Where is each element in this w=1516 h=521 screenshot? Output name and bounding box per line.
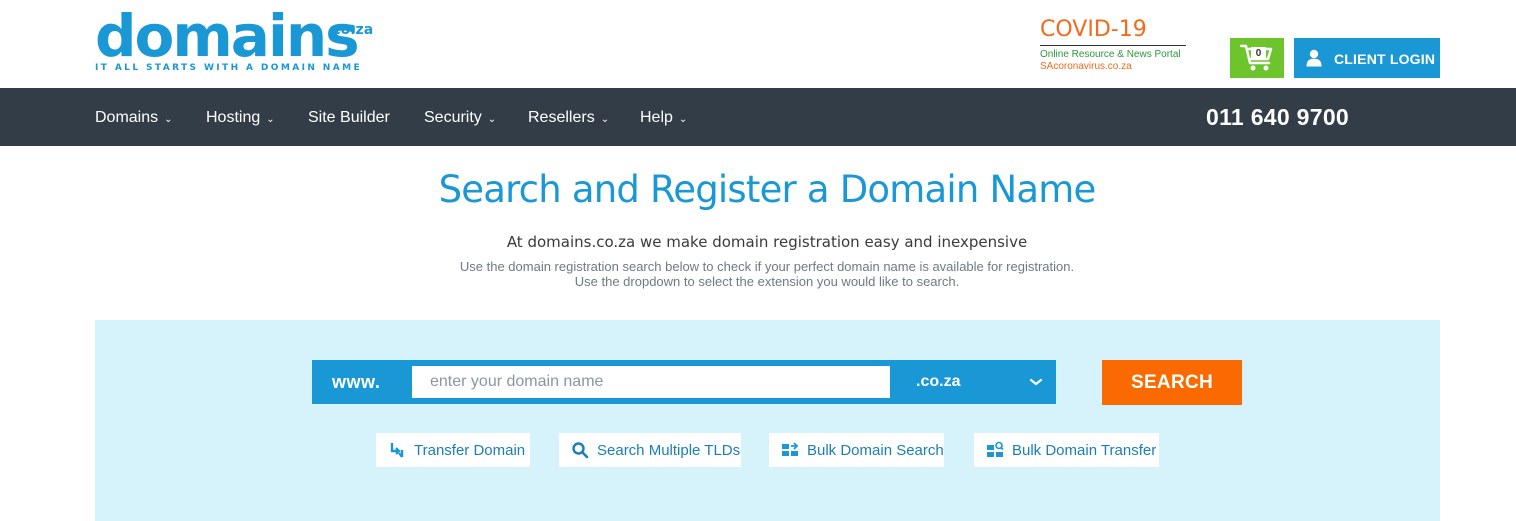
nav-item-security[interactable]: Security ⌄ — [424, 109, 496, 127]
main-navbar: Domains ⌄ Hosting ⌄ Site Builder Security ⌄… — [0, 88, 1516, 146]
transfer-icon — [390, 443, 404, 458]
chevron-down-icon: ⌄ — [266, 113, 275, 125]
bulk-domain-search-label: Bulk Domain Search — [807, 441, 944, 459]
bulk-transfer-icon — [987, 441, 1004, 457]
logo-wordmark: domains — [95, 2, 360, 70]
client-login-button[interactable]: CLIENT LOGIN — [1294, 38, 1440, 78]
search-multiple-tlds-button[interactable]: Search Multiple TLDs — [559, 433, 741, 467]
hero-description-line-1: Use the domain registration search below… — [459, 259, 1075, 274]
page-title: Search and Register a Domain Name — [438, 168, 1097, 211]
nav-item-resellers[interactable]: Resellers ⌄ — [528, 109, 609, 127]
cart-button[interactable]: 0 — [1230, 38, 1284, 78]
covid-subtitle: Online Resource & News Portal — [1040, 49, 1181, 60]
logo-tagline: IT ALL STARTS WITH A DOMAIN NAME — [95, 63, 362, 73]
domain-search-input[interactable] — [412, 366, 890, 398]
chevron-down-icon: ⌄ — [164, 113, 173, 125]
search-icon — [572, 442, 589, 459]
domain-search-panel — [95, 320, 1440, 521]
nav-item-domains[interactable]: Domains ⌄ — [95, 109, 173, 127]
cart-count-badge: 0 — [1251, 47, 1266, 60]
bulk-domain-transfer-label: Bulk Domain Transfer — [1012, 441, 1157, 459]
domain-search-bar: www. .co.za — [312, 360, 1056, 404]
bulk-domain-transfer-button[interactable]: Bulk Domain Transfer — [974, 433, 1159, 467]
covid-title: COVID-19 — [1040, 17, 1147, 42]
transfer-domain-label: Transfer Domain — [414, 441, 526, 459]
tld-dropdown[interactable]: .co.za — [898, 360, 1056, 404]
search-button[interactable]: SEARCH — [1102, 360, 1242, 405]
logo-suffix: .co.za — [327, 22, 374, 38]
chevron-down-icon — [1029, 378, 1043, 386]
nav-item-label: Security — [424, 109, 482, 126]
nav-item-label: Site Builder — [308, 109, 390, 126]
nav-item-help[interactable]: Help ⌄ — [640, 109, 687, 127]
covid-divider — [1040, 45, 1186, 46]
nav-item-label: Help — [640, 109, 673, 126]
chevron-down-icon: ⌄ — [678, 113, 688, 125]
nav-item-label: Domains — [95, 109, 159, 126]
www-prefix: www. — [332, 372, 381, 392]
site-header: domains .co.za IT ALL STARTS WITH A DOMA… — [0, 0, 1516, 88]
transfer-domain-button[interactable]: Transfer Domain — [376, 433, 530, 467]
bulk-domain-search-button[interactable]: Bulk Domain Search — [769, 433, 944, 467]
search-multiple-tlds-label: Search Multiple TLDs — [597, 441, 741, 459]
covid-banner[interactable]: COVID-19 Online Resource & News Portal S… — [1040, 17, 1188, 77]
chevron-down-icon: ⌄ — [600, 113, 610, 125]
nav-item-label: Hosting — [206, 109, 261, 126]
nav-item-site-builder[interactable]: Site Builder — [308, 109, 390, 127]
hero-subtitle: At domains.co.za we make domain registra… — [506, 233, 1028, 251]
nav-item-label: Resellers — [528, 109, 595, 126]
bulk-search-icon — [782, 442, 799, 456]
nav-item-hosting[interactable]: Hosting ⌄ — [206, 109, 275, 127]
phone-number[interactable]: 011 640 9700 — [1206, 104, 1349, 131]
chevron-down-icon: ⌄ — [487, 113, 497, 125]
covid-url: SAcoronavirus.co.za — [1040, 61, 1132, 72]
tld-selected-value: .co.za — [916, 373, 961, 390]
hero-description-line-2: Use the dropdown to select the extension… — [574, 274, 960, 289]
site-logo[interactable]: domains .co.za IT ALL STARTS WITH A DOMA… — [95, 4, 385, 80]
user-icon — [1306, 49, 1322, 67]
client-login-label: CLIENT LOGIN — [1334, 51, 1436, 67]
